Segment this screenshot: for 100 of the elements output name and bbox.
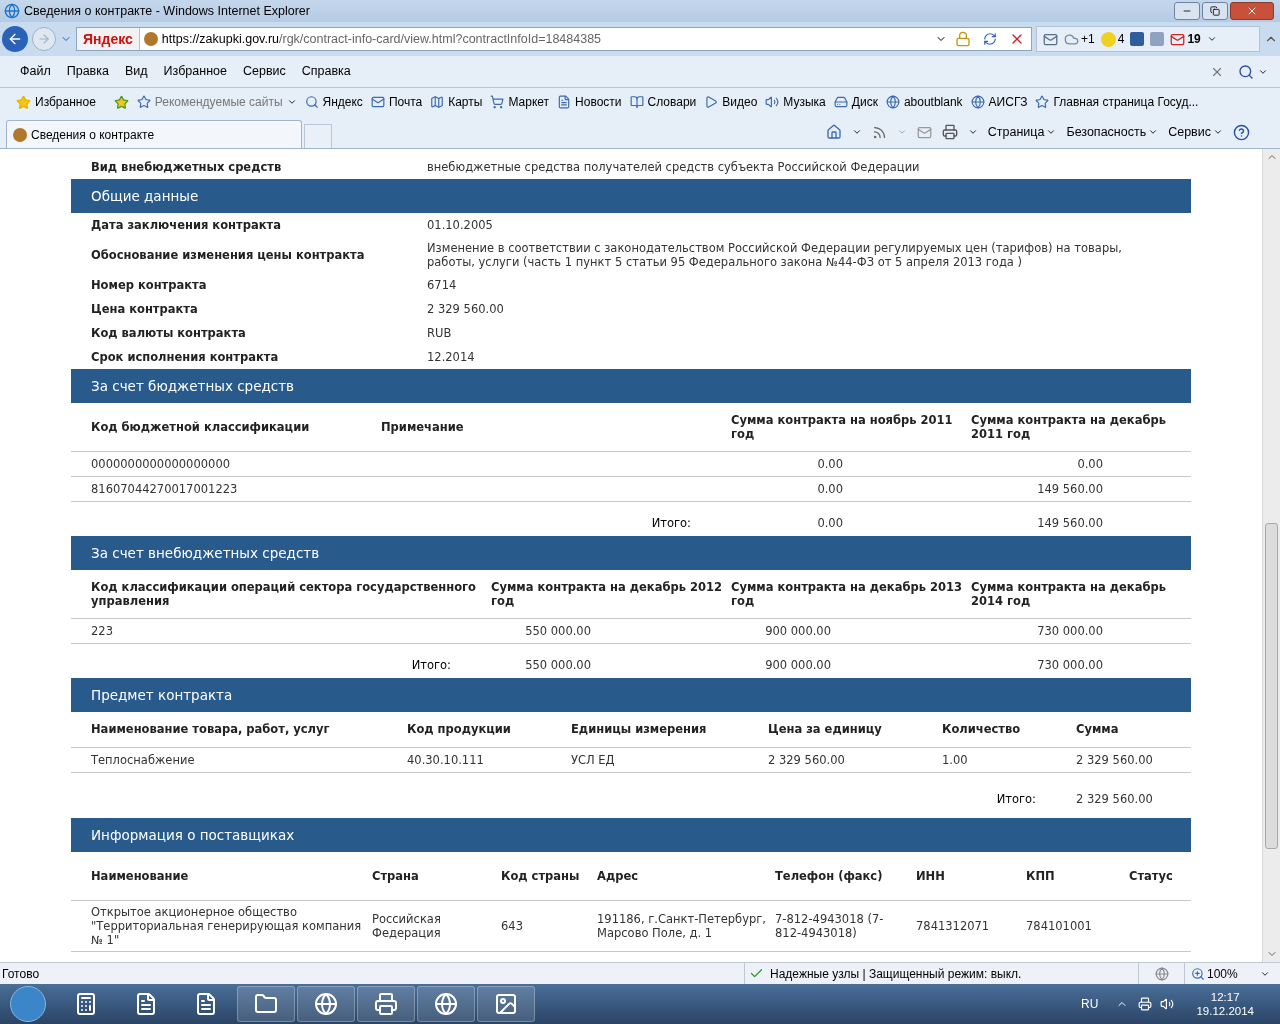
table-cell: 0000000000000000000 (91, 456, 231, 471)
section-header: Предмет контракта (71, 678, 1191, 712)
clock-time[interactable]: 12:17 (1210, 990, 1240, 1004)
taskbar-button[interactable] (297, 986, 355, 1022)
field-value: 12.2014 (427, 350, 476, 364)
dropdown-icon[interactable] (967, 127, 978, 137)
favorites-link[interactable]: Словари (629, 93, 697, 111)
table-cell: 191186, г.Санкт-Петербург, Марсово Поле, д. 1 (597, 911, 766, 940)
command-menu[interactable]: Безопасность (1066, 122, 1159, 142)
taskbar-button[interactable] (237, 986, 295, 1022)
minimize-button[interactable] (1174, 2, 1200, 20)
field-value: RUB (427, 326, 453, 340)
favorites-link[interactable]: Маркет (490, 93, 550, 111)
mail-icon[interactable] (1170, 31, 1186, 47)
cloud-icon[interactable] (1064, 31, 1079, 47)
section-header: Общие данные (71, 179, 1191, 213)
restore-button[interactable] (1202, 2, 1228, 20)
browser-logo-icon (4, 3, 20, 19)
favorites-link[interactable]: Диск (833, 93, 878, 111)
table-cell: 7-812-4943018 (7-812-4943018) (775, 911, 884, 940)
addon-count: 19 (1187, 31, 1201, 48)
addon-count: 4 (1117, 31, 1125, 48)
drive-icon (833, 95, 848, 109)
menu-item[interactable]: Сервис (234, 62, 294, 81)
app-icon (254, 992, 278, 1016)
command-menu[interactable]: Страница (987, 122, 1057, 142)
field-label: Срок исполнения контракта (90, 350, 280, 364)
home-icon[interactable] (825, 124, 842, 140)
column-header: Страна (372, 868, 419, 883)
dropdown-icon[interactable] (1206, 34, 1217, 44)
table-cell: 550 000.00 (525, 623, 591, 638)
favorites-link[interactable]: Рекомендуемые сайты (136, 93, 297, 111)
table-cell: 2 329 560.00 (1076, 752, 1153, 767)
menu-item[interactable]: Справка (293, 62, 359, 81)
search-icon[interactable] (1238, 63, 1254, 80)
back-button[interactable] (2, 26, 28, 52)
security-zone-text: Надежные узлы | Защищенный режим: выкл. (770, 965, 1022, 983)
favorites-link[interactable]: Почта (370, 93, 423, 111)
favorites-link[interactable]: Видео (704, 93, 758, 111)
command-menu[interactable]: Сервис (1168, 122, 1223, 142)
close-button[interactable] (1230, 2, 1274, 20)
table-cell: Российская Федерация (372, 911, 441, 940)
table-cell: 784101001 (1026, 918, 1092, 933)
favorites-link[interactable]: АИСГЗ (970, 93, 1028, 111)
table-cell: 0.00 (817, 456, 843, 471)
language-indicator[interactable]: RU (1081, 995, 1099, 1013)
favorites-button[interactable]: Избранное (16, 93, 106, 111)
speaker-icon[interactable] (1160, 997, 1175, 1011)
table-cell: 81607044270017001223 (91, 481, 238, 496)
table-cell: 643 (501, 918, 523, 933)
app-icon (494, 992, 518, 1016)
clock-date[interactable]: 19.12.2014 (1196, 1004, 1254, 1018)
caret-icon (1148, 127, 1159, 137)
rss-icon[interactable] (871, 124, 887, 140)
menu-item[interactable]: Избранное (155, 62, 235, 81)
taskbar-button[interactable] (417, 986, 475, 1022)
menu-item[interactable]: Правка (58, 62, 117, 81)
star-icon (16, 94, 31, 110)
column-header: Код продукции (407, 722, 511, 737)
mail-icon[interactable] (916, 124, 932, 140)
field-label: Дата заключения контракта (90, 218, 282, 232)
menu-item[interactable]: Вид (116, 62, 156, 81)
column-header: Сумма контракта на ноябрь 2011 год (731, 412, 953, 441)
favorites-link[interactable]: Карты (430, 93, 483, 111)
dropdown-icon[interactable] (851, 127, 862, 137)
favorites-link[interactable]: aboutblank (885, 93, 963, 111)
favorites-link[interactable]: Яндекс (304, 93, 363, 111)
total-label: Итого: (996, 792, 1036, 807)
favorites-link[interactable]: Новости (557, 93, 622, 111)
add-favorite-icon[interactable] (113, 94, 129, 110)
caret-icon (286, 97, 297, 107)
scroll-thumb[interactable] (1265, 523, 1278, 849)
field-label: Код валюты контракта (90, 326, 247, 340)
taskbar-button[interactable] (357, 986, 415, 1022)
printer-icon[interactable] (941, 124, 958, 140)
globe-icon[interactable] (1154, 966, 1169, 981)
globe-icon (970, 95, 985, 109)
browser-tab[interactable]: Сведения о контракте (6, 120, 302, 148)
menu-item[interactable]: Файл (12, 62, 59, 81)
favorites-link[interactable]: Музыка (765, 93, 826, 111)
app-icon (74, 992, 98, 1016)
search-icon (304, 95, 319, 109)
speaker-icon (765, 95, 780, 109)
mail-icon[interactable] (1043, 31, 1058, 47)
column-header: Наименование товара, работ, услуг (91, 722, 330, 737)
start-button[interactable] (10, 986, 46, 1022)
caret-icon (1046, 127, 1057, 137)
field-label: Цена контракта (90, 302, 199, 316)
total-label: Итого: (411, 657, 451, 672)
section-header: За счет бюджетных средств (71, 369, 1191, 403)
close-icon (1246, 5, 1258, 17)
table-cell: 149 560.00 (1037, 481, 1103, 496)
table-cell: 0.00 (817, 481, 843, 496)
help-icon[interactable] (1233, 123, 1250, 141)
total-value: 2 329 560.00 (1076, 792, 1153, 807)
column-header: Сумма контракта на декабрь 2014 год (971, 579, 1166, 608)
favorites-link[interactable]: Главная страница Госуд... (1035, 93, 1199, 111)
column-header: Единицы измерения (571, 722, 707, 737)
book-icon (629, 95, 644, 109)
taskbar-button[interactable] (477, 986, 535, 1022)
